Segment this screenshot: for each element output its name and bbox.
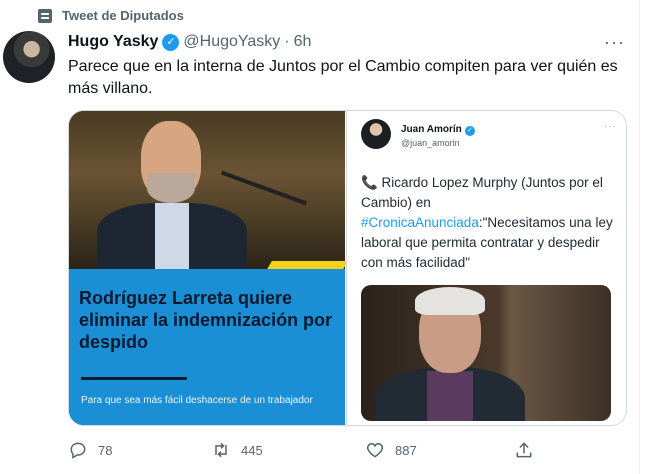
retweet-button[interactable]: 445: [211, 440, 263, 460]
embedded-author: Juan Amorín ✓: [401, 124, 475, 136]
more-options-button[interactable]: ···: [604, 32, 625, 53]
retweet-icon: [215, 442, 227, 458]
verified-badge-icon: ✓: [162, 33, 180, 51]
embedded-more-icon: ···: [604, 121, 617, 132]
tweet[interactable]: Tweet de Diputados Hugo Yasky ✓ @HugoYas…: [0, 0, 640, 474]
reply-icon: [70, 442, 86, 459]
author-name[interactable]: Hugo Yasky: [68, 33, 158, 51]
tweet-time[interactable]: 6h: [294, 33, 312, 51]
reply-button[interactable]: 78: [68, 440, 112, 460]
embedded-hashtag: #CronicaAnunciada: [361, 215, 479, 230]
tweet-media[interactable]: Rodríguez Larreta quiere eliminar la ind…: [68, 110, 627, 426]
embedded-text: 📞 Ricardo Lopez Murphy (Juntos por el Ca…: [361, 173, 617, 273]
embedded-text-start: 📞 Ricardo Lopez Murphy (Juntos por el Ca…: [361, 175, 603, 210]
reply-count: 78: [98, 442, 113, 458]
media-image-left[interactable]: Rodríguez Larreta quiere eliminar la ind…: [69, 111, 348, 425]
headline-banner: Rodríguez Larreta quiere eliminar la ind…: [69, 269, 345, 425]
like-button[interactable]: 887: [365, 440, 417, 460]
image-headline: Rodríguez Larreta quiere eliminar la ind…: [79, 288, 333, 352]
embedded-author-name: Juan Amorín: [401, 124, 462, 135]
embedded-photo: [361, 285, 611, 421]
avatar[interactable]: [3, 31, 55, 83]
embedded-handle: @juan_amorin: [401, 138, 460, 148]
embedded-avatar: [361, 119, 391, 149]
media-image-right[interactable]: Juan Amorín ✓ @juan_amorin ··· 📞 Ricardo …: [346, 111, 626, 425]
like-count: 887: [395, 442, 417, 458]
tweet-header: Hugo Yasky ✓ @HugoYasky · 6h ···: [68, 31, 625, 53]
list-icon: [38, 8, 52, 23]
share-button[interactable]: [514, 440, 534, 460]
headline-divider: [81, 377, 187, 380]
politician-photo: [69, 111, 345, 273]
image-subtitle: Para que sea más fácil deshacerse de un …: [81, 395, 313, 406]
embedded-verified-icon: ✓: [464, 126, 475, 136]
social-context: Tweet de Diputados: [38, 8, 184, 23]
separator-dot: ·: [284, 33, 290, 50]
heart-icon: [366, 442, 384, 458]
social-context-label: Tweet de Diputados: [62, 8, 184, 23]
author-handle[interactable]: @HugoYasky: [183, 33, 280, 51]
retweet-count: 445: [241, 442, 263, 458]
tweet-text: Parece que en la interna de Juntos por e…: [68, 58, 618, 97]
share-icon: [516, 442, 532, 458]
tweet-actions: 78 445 887: [68, 438, 538, 462]
